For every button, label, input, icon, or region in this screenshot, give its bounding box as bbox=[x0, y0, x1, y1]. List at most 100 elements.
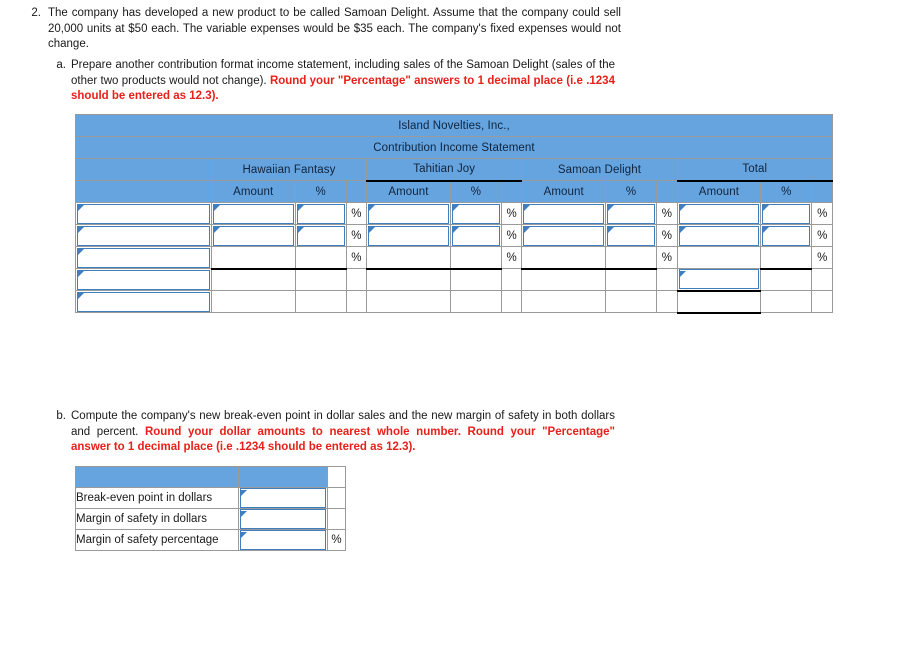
row-2-hf-percent-symbol: % bbox=[345, 224, 368, 247]
row-1-hf-percent-input[interactable] bbox=[296, 203, 345, 224]
company-title: Island Novelties, Inc., bbox=[75, 114, 833, 137]
margin-of-safety-percentage-input[interactable] bbox=[240, 530, 326, 550]
row-2-label-cell[interactable] bbox=[75, 224, 212, 247]
margin-of-safety-dollars-suffix bbox=[327, 508, 346, 530]
row-5-label-input[interactable] bbox=[77, 291, 210, 312]
row-1-total-amount-cell[interactable] bbox=[676, 202, 762, 225]
column-header-total: Total bbox=[676, 158, 834, 182]
row-2-sd-percent-cell[interactable] bbox=[605, 224, 658, 247]
row-4-sd-amount-cell bbox=[521, 268, 607, 291]
table-row: Margin of safety percentage % bbox=[75, 529, 346, 551]
row-3-total-percent-symbol: % bbox=[811, 246, 833, 269]
part-a-line-1: Prepare another contribution format inco… bbox=[71, 59, 583, 71]
row-5-total-amount-cell bbox=[676, 289, 762, 314]
row-3-total-percent-cell bbox=[760, 246, 813, 270]
row-1-sd-amount-cell[interactable] bbox=[521, 202, 607, 225]
row-4-sd-percent-cell bbox=[605, 268, 658, 291]
row-2-hf-percent-cell[interactable] bbox=[294, 224, 347, 247]
subheader-sd-amount: Amount bbox=[521, 180, 607, 203]
row-2-total-amount-cell[interactable] bbox=[676, 224, 762, 247]
subheader-hf-amount: Amount bbox=[210, 180, 296, 203]
subheader-sd-percent: % bbox=[605, 180, 658, 203]
row-2-sd-percent-input[interactable] bbox=[607, 225, 656, 246]
row-5-tj-amount-cell bbox=[366, 290, 451, 313]
row-5-total-percent-cell bbox=[760, 290, 813, 313]
row-2-tj-percent-cell[interactable] bbox=[449, 224, 502, 247]
row-1-hf-percent-symbol: % bbox=[345, 202, 368, 225]
row-1-total-percent-cell[interactable] bbox=[760, 202, 813, 225]
row-1-tj-percent-cell[interactable] bbox=[449, 202, 502, 225]
row-4-hf-percent-cell bbox=[294, 268, 347, 291]
row-3-hf-percent-symbol: % bbox=[345, 246, 368, 269]
row-2-tj-amount-cell[interactable] bbox=[366, 224, 451, 247]
break-even-answer-table: Break-even point in dollars Margin of sa… bbox=[75, 466, 346, 551]
margin-of-safety-dollars-cell[interactable] bbox=[238, 508, 328, 530]
row-1-tj-percent-input[interactable] bbox=[451, 203, 500, 224]
row-5-label-cell[interactable] bbox=[75, 290, 212, 313]
part-b-text: Compute the company's new break-even poi… bbox=[71, 409, 615, 456]
row-1-hf-amount-input[interactable] bbox=[212, 203, 294, 224]
row-5-sd-percent-cell bbox=[605, 290, 658, 313]
row-1-total-amount-input[interactable] bbox=[678, 203, 760, 224]
row-1-sd-percent-symbol: % bbox=[656, 202, 678, 225]
subheader-spacer-cell bbox=[75, 180, 212, 203]
row-1-sd-percent-input[interactable] bbox=[607, 203, 656, 224]
row-2-sd-amount-input[interactable] bbox=[523, 225, 605, 246]
row-5-hf-percent-cell bbox=[294, 290, 347, 313]
sub-table-header-row bbox=[75, 466, 346, 488]
table-product-header-row: Hawaiian Fantasy Tahitian Joy Samoan Del… bbox=[75, 158, 834, 182]
row-2-total-amount-input[interactable] bbox=[678, 225, 760, 246]
row-3-sd-percent-symbol: % bbox=[656, 246, 678, 269]
row-2-tj-amount-input[interactable] bbox=[368, 225, 449, 246]
subheader-tj-spacer bbox=[500, 180, 523, 203]
row-2-hf-amount-cell[interactable] bbox=[210, 224, 296, 247]
part-a-block: a. Prepare another contribution format i… bbox=[55, 58, 615, 105]
part-b-number: b. bbox=[56, 410, 66, 422]
question-2-block: 2. The company has developed a new produ… bbox=[28, 6, 628, 53]
subheader-total-spacer bbox=[811, 180, 833, 203]
table-row bbox=[75, 268, 833, 291]
row-2-total-percent-input[interactable] bbox=[762, 225, 811, 246]
margin-of-safety-dollars-input[interactable] bbox=[240, 509, 326, 529]
break-even-point-input[interactable] bbox=[240, 488, 326, 508]
row-1-total-percent-input[interactable] bbox=[762, 203, 811, 224]
row-2-label-input[interactable] bbox=[77, 225, 210, 246]
row-4-hf-spacer-cell bbox=[345, 268, 368, 291]
table-title-row-company: Island Novelties, Inc., bbox=[75, 114, 833, 137]
part-b-block: b. Compute the company's new break-even … bbox=[55, 409, 615, 456]
margin-of-safety-percentage-label: Margin of safety percentage bbox=[75, 529, 239, 551]
row-1-hf-percent-cell[interactable] bbox=[294, 202, 347, 225]
row-5-sd-amount-cell bbox=[521, 290, 607, 313]
row-4-total-amount-input[interactable] bbox=[678, 269, 760, 290]
break-even-point-cell[interactable] bbox=[238, 487, 328, 509]
row-3-hf-percent-cell bbox=[294, 246, 347, 270]
row-2-hf-amount-input[interactable] bbox=[212, 225, 294, 246]
row-3-tj-amount-cell bbox=[366, 246, 451, 270]
row-4-total-amount-cell[interactable] bbox=[676, 268, 762, 291]
row-1-sd-amount-input[interactable] bbox=[523, 203, 605, 224]
row-1-tj-amount-input[interactable] bbox=[368, 203, 449, 224]
margin-of-safety-percentage-cell[interactable] bbox=[238, 529, 328, 551]
row-2-hf-percent-input[interactable] bbox=[296, 225, 345, 246]
part-b-line-2-emphasis: Round your dollar amounts to nearest who… bbox=[144, 425, 536, 438]
row-2-total-percent-cell[interactable] bbox=[760, 224, 813, 247]
row-3-tj-percent-symbol: % bbox=[500, 246, 523, 269]
row-2-tj-percent-input[interactable] bbox=[451, 225, 500, 246]
row-1-label-input[interactable] bbox=[77, 203, 210, 224]
question-2-line-1: The company has developed a new product … bbox=[48, 7, 569, 19]
row-3-label-input[interactable] bbox=[77, 247, 210, 268]
row-1-sd-percent-cell[interactable] bbox=[605, 202, 658, 225]
row-5-sd-spacer-cell bbox=[656, 290, 678, 313]
row-2-sd-amount-cell[interactable] bbox=[521, 224, 607, 247]
row-3-label-cell[interactable] bbox=[75, 246, 212, 269]
row-1-tj-amount-cell[interactable] bbox=[366, 202, 451, 225]
row-1-label-cell[interactable] bbox=[75, 202, 212, 225]
subheader-hf-percent: % bbox=[294, 180, 347, 203]
row-1-tj-percent-symbol: % bbox=[500, 202, 523, 225]
subheader-tj-percent: % bbox=[449, 180, 502, 203]
row-4-total-percent-cell bbox=[760, 268, 813, 291]
row-3-hf-amount-cell bbox=[210, 246, 296, 270]
row-4-label-input[interactable] bbox=[77, 269, 210, 290]
row-1-hf-amount-cell[interactable] bbox=[210, 202, 296, 225]
row-4-label-cell[interactable] bbox=[75, 268, 212, 291]
